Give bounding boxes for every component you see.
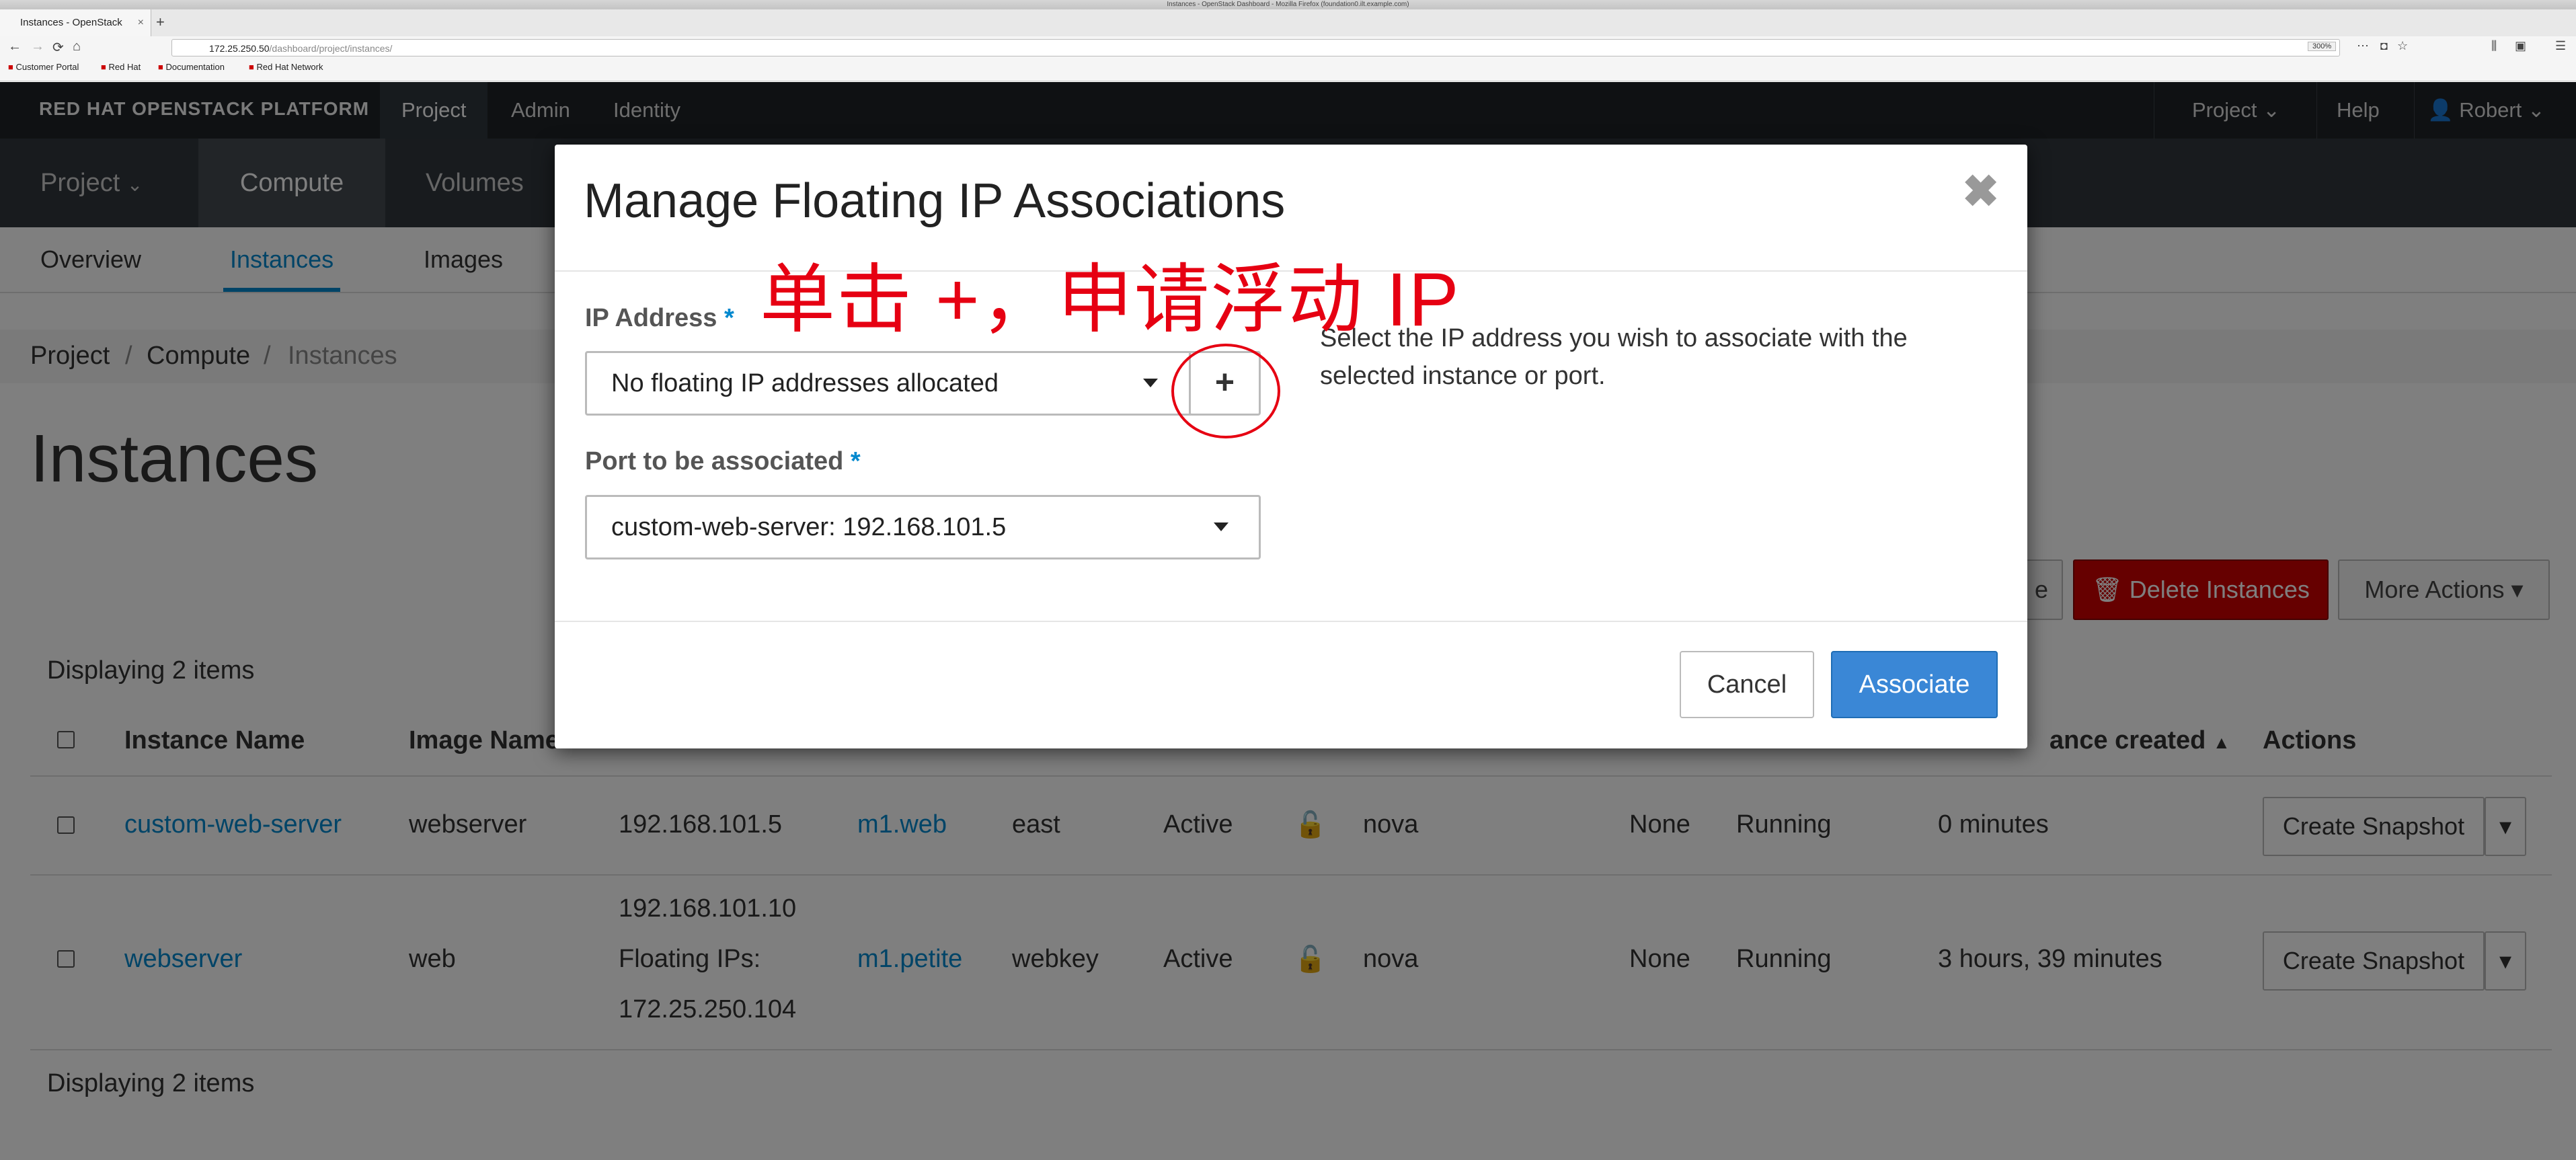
bookmark-documentation[interactable]: ■ Documentation xyxy=(158,62,225,72)
library-icon[interactable]: ⫼ xyxy=(2491,39,2497,53)
tab-title: Instances - OpenStack xyxy=(20,17,122,28)
annotation-circle xyxy=(1171,344,1280,438)
associate-button[interactable]: Associate xyxy=(1831,651,1998,718)
url-host: 172.25.250.50 xyxy=(209,43,270,54)
bookmark-red-hat[interactable]: ■ Red Hat xyxy=(101,62,141,72)
browser-tab[interactable]: Instances - OpenStack × xyxy=(0,9,151,36)
annotation-text: 单击 +，申请浮动 IP xyxy=(760,258,1460,342)
close-icon[interactable]: ✖ xyxy=(1962,165,1999,217)
url-field[interactable]: 172.25.250.50/dashboard/project/instance… xyxy=(171,39,2340,56)
menu-icon[interactable]: ☰ xyxy=(2555,39,2566,53)
modal-footer-divider xyxy=(555,621,2027,622)
modal-title: Manage Floating IP Associations xyxy=(584,174,1286,228)
tab-bar xyxy=(0,9,2576,37)
ip-address-value: No floating IP addresses allocated xyxy=(611,369,999,397)
port-select[interactable]: custom-web-server: 192.168.101.5 xyxy=(585,495,1261,559)
port-label: Port to be associated * xyxy=(585,447,861,475)
caret-down-icon xyxy=(1214,523,1228,531)
pocket-icon[interactable]: ◘ xyxy=(2380,39,2388,53)
reload-icon[interactable]: ⟳ xyxy=(52,39,64,56)
back-icon[interactable]: ← xyxy=(8,39,22,54)
url-path: /dashboard/project/instances/ xyxy=(269,43,393,54)
home-icon[interactable]: ⌂ xyxy=(73,39,81,54)
caret-down-icon xyxy=(1143,379,1158,387)
cancel-button[interactable]: Cancel xyxy=(1680,651,1814,718)
ip-address-select[interactable]: No floating IP addresses allocated xyxy=(585,351,1194,416)
forward-icon[interactable]: → xyxy=(31,39,44,54)
bookmark-red-hat-network[interactable]: ■ Red Hat Network xyxy=(249,62,323,72)
close-tab-icon[interactable]: × xyxy=(138,9,144,36)
port-value: custom-web-server: 192.168.101.5 xyxy=(611,513,1007,541)
new-tab-icon[interactable]: + xyxy=(156,13,165,31)
sidebar-icon[interactable]: ▣ xyxy=(2515,39,2526,53)
bookmark-customer-portal[interactable]: ■ Customer Portal xyxy=(8,62,79,72)
zoom-indicator[interactable]: 300% xyxy=(2308,42,2337,51)
bookmarks-bar xyxy=(0,61,2576,81)
bookmark-star-icon[interactable]: ☆ xyxy=(2397,39,2408,53)
window-title: Instances - OpenStack Dashboard - Mozill… xyxy=(0,0,2576,9)
ip-address-label: IP Address * xyxy=(585,304,734,332)
page-actions-icon[interactable]: ⋯ xyxy=(2357,39,2369,53)
